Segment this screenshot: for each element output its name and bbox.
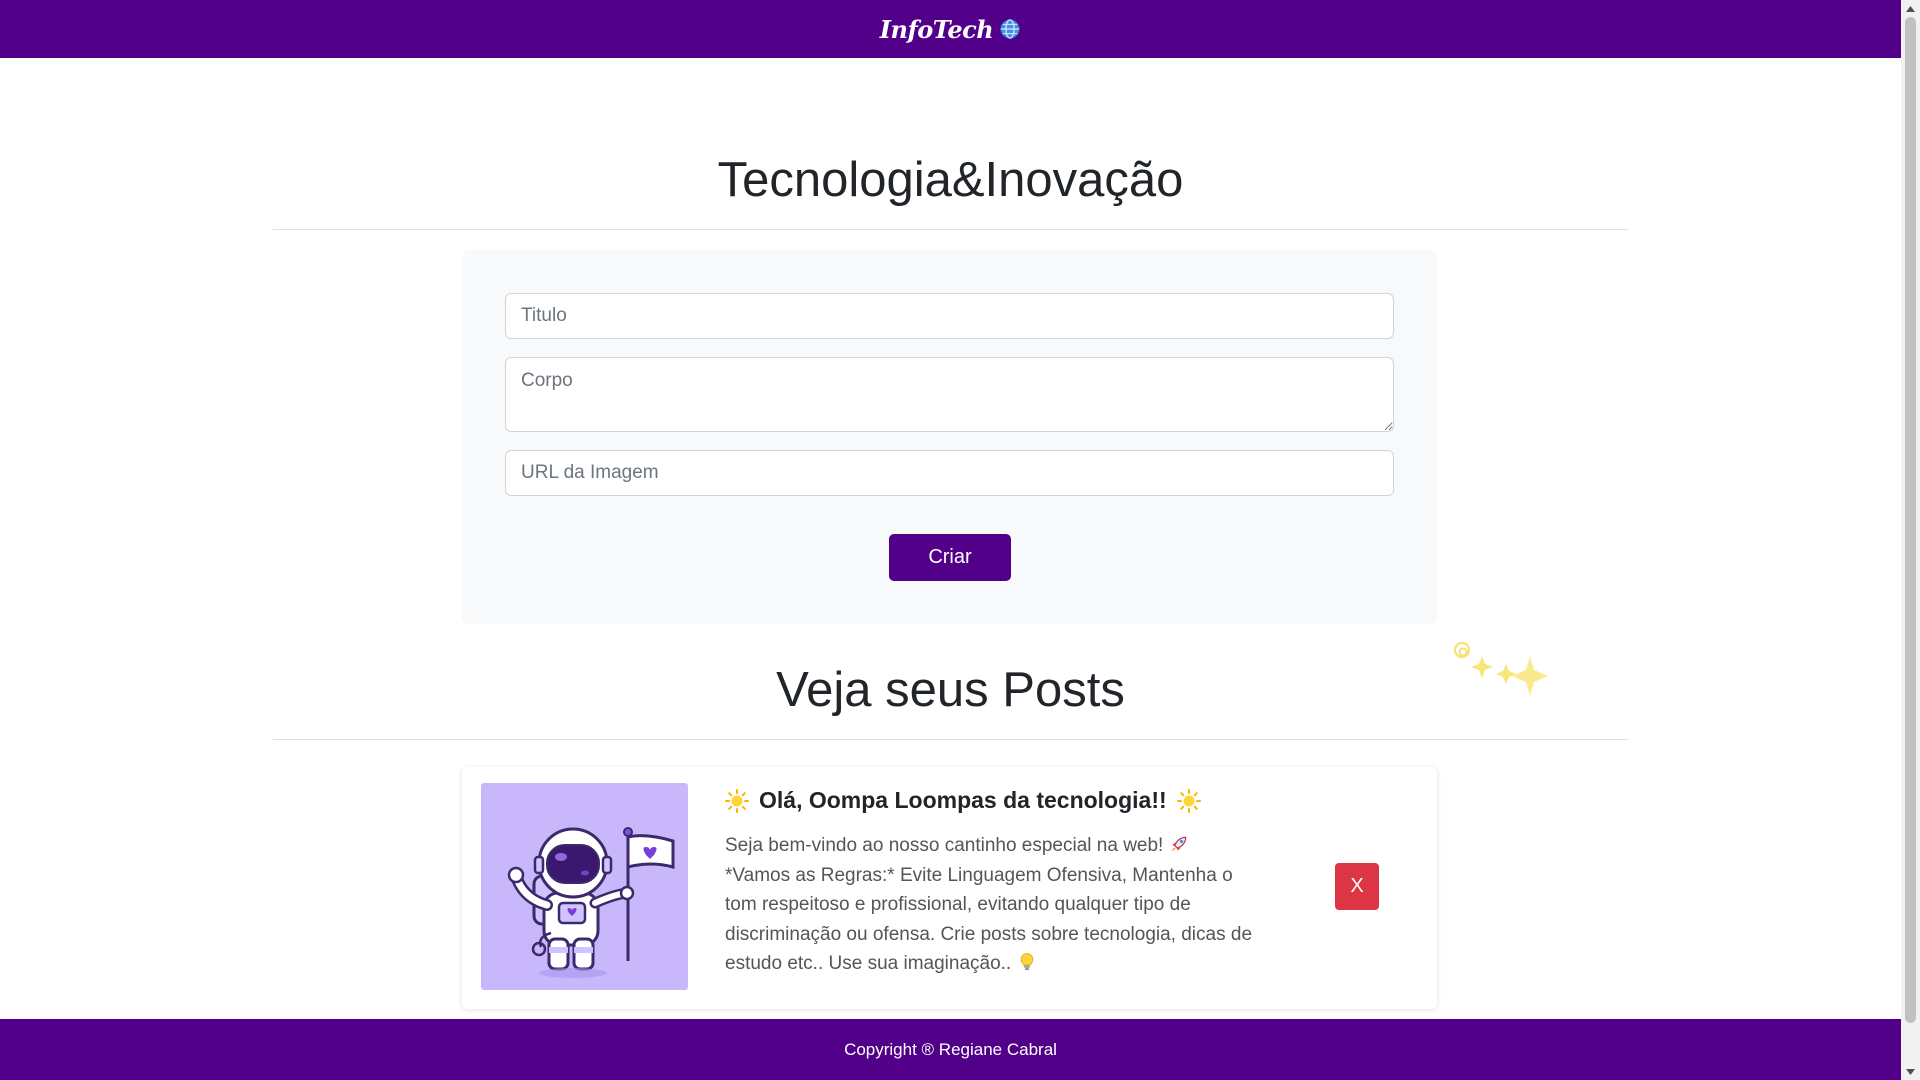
title-input[interactable] [505,293,1394,339]
brand-name: InfoTech [879,14,994,44]
post-title-text: Olá, Oompa Loompas da tecnologia!! [759,787,1167,813]
create-button[interactable]: Criar [889,534,1011,581]
posts-section-title: Veja seus Posts [776,663,1125,717]
post-title: Olá, Oompa Loompas da tecnologia!! [725,787,1265,814]
top-navbar: InfoTech [0,0,1901,58]
post-body-rules: *Vamos as Regras:* Evite Linguagem Ofens… [725,864,1253,975]
scroll-up-arrow-icon[interactable] [1901,0,1920,17]
scrollbar-thumb[interactable] [1905,17,1916,1023]
rocket-emoji-icon [1171,836,1186,852]
page: InfoTech Tecnologia&Inovação Criar Veja … [0,0,1901,1080]
post-body-greeting: Seja bem-vindo ao nosso cantinho especia… [725,835,1164,856]
globe-icon [1000,19,1020,39]
post-card: Olá, Oompa Loompas da tecnologia!! Seja … [462,767,1437,1009]
page-title: Tecnologia&Inovação [717,153,1184,207]
sun-emoji-icon [725,788,749,813]
body-textarea[interactable] [505,357,1394,432]
post-body: Seja bem-vindo ao nosso cantinho especia… [725,831,1255,979]
astronaut-flag-illustration [481,783,688,990]
delete-post-button[interactable]: X [1335,863,1379,910]
title-divider [273,229,1628,230]
sun-emoji-icon [1176,788,1201,813]
copyright-text: Copyright ® Regiane Cabral [844,1039,1057,1059]
image-url-input[interactable] [505,450,1394,496]
posts-divider [273,739,1628,740]
brand-logo[interactable]: InfoTech [880,15,1021,44]
sparkles-icon [1453,641,1548,696]
vertical-scrollbar[interactable] [1901,0,1920,1080]
create-post-form: Criar [462,250,1437,624]
scroll-down-arrow-icon[interactable] [1901,1063,1920,1080]
footer: Copyright ® Regiane Cabral [0,1019,1901,1080]
lightbulb-emoji-icon [1020,953,1033,970]
